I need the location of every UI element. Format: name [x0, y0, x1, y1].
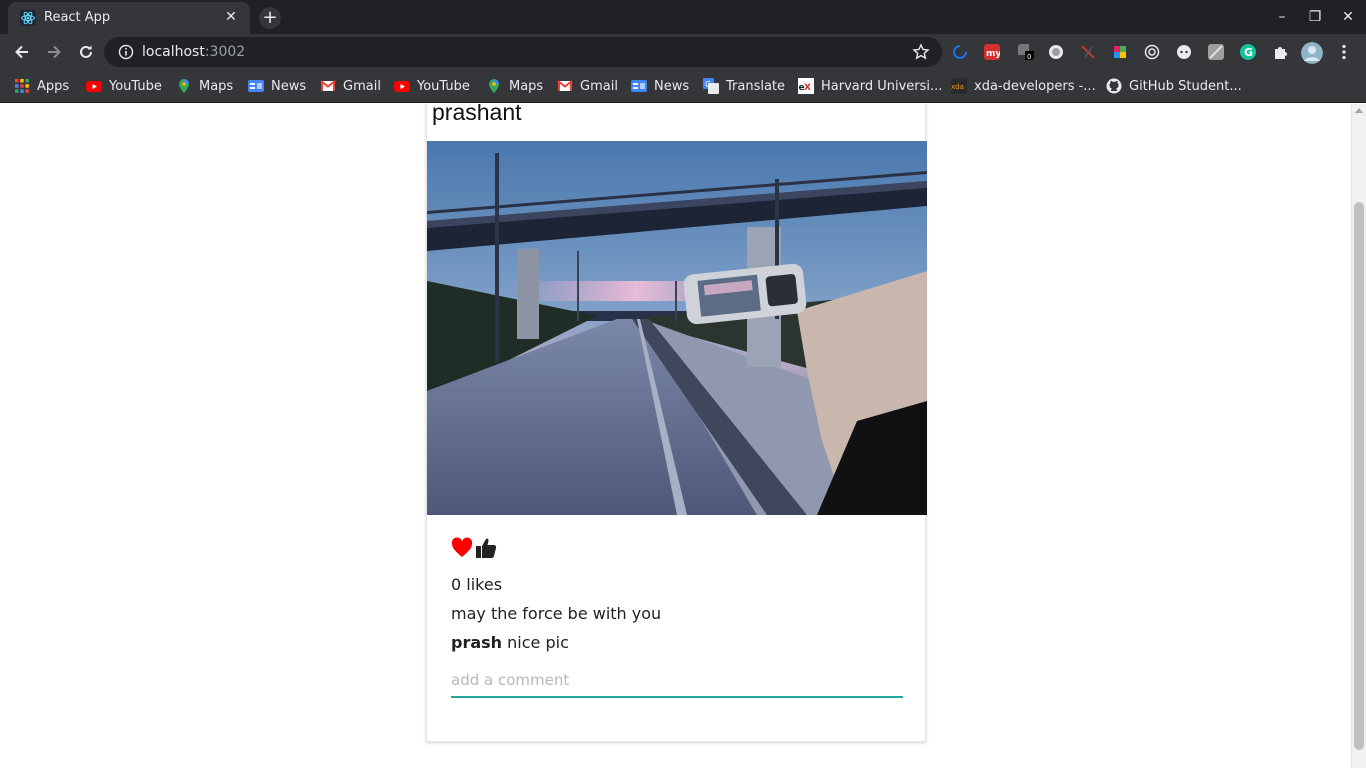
bookmark-news[interactable]: News: [631, 77, 689, 95]
svg-text:0: 0: [1027, 53, 1031, 60]
gmail-icon: [320, 80, 336, 91]
news-icon: [631, 80, 647, 92]
scroll-up-arrow-icon[interactable]: [1355, 108, 1363, 113]
bookmark-harvard[interactable]: eX Harvard Universi...: [798, 77, 942, 95]
post-body: 0 likes may the force be with you prash …: [451, 537, 903, 698]
reload-button[interactable]: [74, 40, 98, 64]
bookmark-star-icon[interactable]: [912, 43, 930, 61]
bookmark-label: GitHub Student...: [1129, 78, 1242, 94]
browser-tab-bar: React App ✕ + – ❐ ✕: [0, 0, 1366, 34]
bookmark-label: YouTube: [417, 78, 470, 94]
translate-icon: G: [703, 78, 719, 94]
svg-text:G: G: [1244, 46, 1253, 59]
browser-toolbar: localhost:3002 my 0 G: [0, 34, 1366, 70]
info-icon[interactable]: [118, 44, 134, 60]
forward-button[interactable]: [42, 40, 66, 64]
comment-text: nice pic: [507, 633, 569, 652]
extension-color-icon[interactable]: [1112, 44, 1128, 60]
bookmark-maps[interactable]: Maps: [486, 77, 543, 95]
youtube-icon: [86, 81, 102, 92]
bookmark-translate[interactable]: G Translate: [703, 77, 785, 95]
svg-text:my: my: [986, 49, 1000, 59]
maps-icon: [179, 79, 189, 93]
post-username: prashant: [432, 104, 522, 125]
url-text: localhost:3002: [142, 44, 245, 60]
react-logo-icon: [20, 10, 36, 26]
bookmark-label: Maps: [509, 78, 544, 94]
edx-icon: eX: [798, 78, 814, 94]
svg-text:xda: xda: [951, 83, 964, 91]
bookmark-label: Apps: [37, 78, 70, 94]
bookmark-label: xda-developers -...: [974, 78, 1096, 94]
page-viewport: prashant 0 likes may the force be with y…: [0, 104, 1366, 768]
bookmark-label: Maps: [199, 78, 234, 94]
extension-badge-icon[interactable]: 0: [1018, 44, 1034, 60]
extension-my-icon[interactable]: my: [984, 44, 1000, 60]
bookmark-gmail[interactable]: Gmail: [320, 77, 381, 95]
maps-icon: [489, 79, 499, 93]
heart-icon[interactable]: [451, 537, 473, 559]
youtube-icon: [394, 81, 410, 92]
apps-grid-icon: [15, 79, 29, 93]
extension-square-icon[interactable]: [1208, 44, 1224, 60]
bookmark-label: Harvard Universi...: [821, 78, 943, 94]
address-bar[interactable]: localhost:3002: [104, 37, 942, 67]
tab-close-icon[interactable]: ✕: [222, 8, 240, 26]
bookmark-youtube[interactable]: YouTube: [394, 77, 470, 95]
arrow-right-icon: [48, 45, 61, 59]
extension-slash-icon[interactable]: [1080, 44, 1096, 60]
bookmark-label: Translate: [726, 78, 786, 94]
close-window-button[interactable]: ✕: [1338, 7, 1358, 27]
likes-count: 0 likes: [451, 575, 503, 594]
bookmark-label: News: [271, 78, 307, 94]
extension-dots-icon[interactable]: [1176, 44, 1192, 60]
comment-author: prash: [451, 633, 503, 652]
post-actions: [451, 537, 903, 559]
grammarly-icon[interactable]: G: [1240, 44, 1256, 60]
url-port: :3002: [204, 44, 246, 60]
reload-icon: [80, 45, 92, 58]
news-icon: [248, 80, 264, 92]
minimize-button[interactable]: –: [1272, 7, 1292, 27]
bookmark-label: News: [654, 78, 690, 94]
bookmark-github[interactable]: GitHub Student...: [1106, 77, 1242, 95]
extension-loader-icon[interactable]: [952, 44, 968, 60]
post-card: prashant 0 likes may the force be with y…: [426, 104, 927, 742]
page-scrollbar[interactable]: [1351, 104, 1366, 768]
svg-text:X: X: [804, 83, 811, 93]
profile-avatar[interactable]: [1301, 42, 1323, 64]
maximize-button[interactable]: ❐: [1305, 7, 1325, 27]
bookmark-label: Gmail: [343, 78, 381, 94]
bookmark-news[interactable]: News: [248, 77, 306, 95]
bookmark-label: YouTube: [109, 78, 162, 94]
bookmark-apps[interactable]: Apps: [14, 77, 69, 95]
browser-menu-button[interactable]: [1332, 40, 1356, 64]
url-host: localhost: [142, 44, 205, 60]
browser-tab[interactable]: React App ✕: [8, 2, 250, 34]
thumbs-up-icon[interactable]: [475, 537, 497, 559]
extensions-puzzle-icon[interactable]: [1272, 44, 1288, 60]
back-button[interactable]: [10, 40, 34, 64]
comment: prash nice pic: [451, 633, 903, 652]
bookmark-xda[interactable]: xda xda-developers -...: [951, 77, 1096, 95]
extension-circle-icon[interactable]: [1048, 44, 1064, 60]
xda-icon: xda: [951, 78, 967, 94]
new-tab-button[interactable]: +: [259, 7, 281, 29]
bookmark-youtube[interactable]: YouTube: [86, 77, 162, 95]
bookmark-maps[interactable]: Maps: [176, 77, 233, 95]
svg-text:G: G: [705, 80, 711, 89]
post-image: [427, 141, 927, 515]
tab-title: React App: [44, 10, 111, 25]
github-icon: [1106, 78, 1122, 94]
bookmark-gmail[interactable]: Gmail: [557, 77, 618, 95]
kebab-menu-icon: [1342, 44, 1346, 60]
gmail-icon: [557, 80, 573, 91]
bookmarks-bar: Apps YouTube Maps News Gmail YouTube Map…: [0, 70, 1366, 103]
extension-target-icon[interactable]: [1144, 44, 1160, 60]
scrollbar-thumb[interactable]: [1354, 202, 1364, 750]
bookmark-label: Gmail: [580, 78, 618, 94]
comment-input[interactable]: [451, 670, 903, 698]
arrow-left-icon: [15, 45, 28, 59]
post-caption: may the force be with you: [451, 604, 662, 623]
